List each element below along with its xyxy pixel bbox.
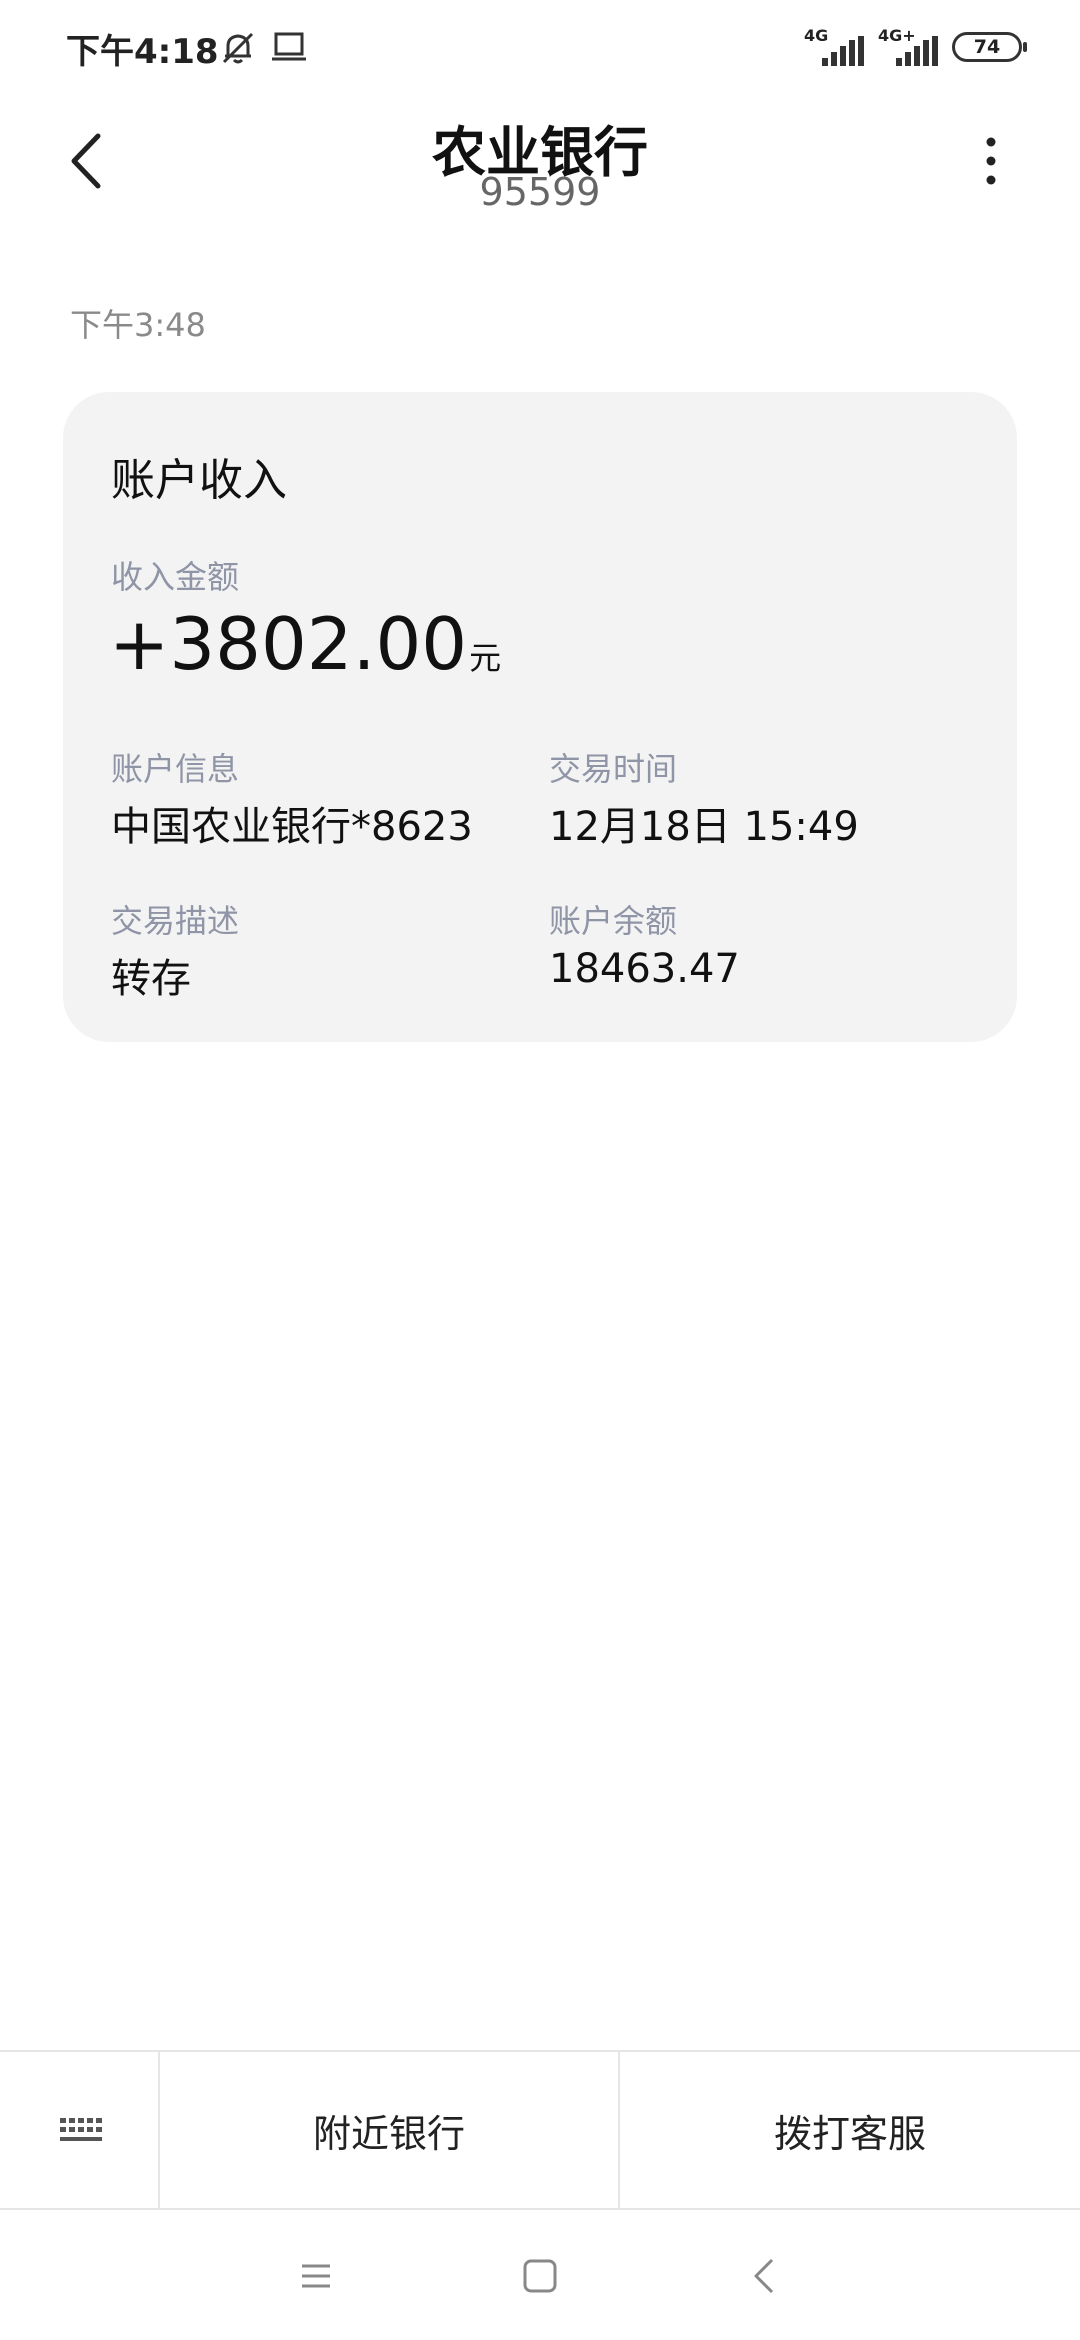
system-nav-bar — [0, 2212, 1080, 2340]
triangle-back-icon — [754, 2258, 774, 2294]
amount-number: +3802.00 — [109, 602, 468, 686]
more-options-button[interactable] — [966, 126, 1016, 196]
status-bar: 下午4:18 4G 4G+ 74 — [0, 0, 1080, 96]
amount-value: +3802.00元 — [109, 602, 501, 686]
bottom-menu: 附近银行 拨打客服 — [0, 2050, 1080, 2210]
nav-back-button[interactable] — [742, 2252, 790, 2300]
trade-time-label: 交易时间 — [549, 750, 678, 788]
trade-time-value: 12月18日 15:49 — [549, 804, 859, 850]
laptop-icon — [270, 30, 308, 64]
transaction-card[interactable]: 账户收入 收入金额 +3802.00元 账户信息 中国农业银行*8623 交易时… — [63, 392, 1017, 1042]
more-vertical-icon — [986, 137, 996, 185]
signal-4g-plus-icon: 4G+ — [878, 26, 940, 66]
signal-4g-icon: 4G — [804, 26, 866, 66]
card-title: 账户收入 — [111, 455, 287, 506]
nav-menu-button[interactable] — [292, 2252, 340, 2300]
call-service-button[interactable]: 拨打客服 — [620, 2052, 1080, 2208]
description-value: 转存 — [111, 956, 191, 1002]
keyboard-button[interactable] — [0, 2052, 160, 2208]
keyboard-icon — [60, 2118, 102, 2141]
bell-off-icon — [218, 28, 258, 68]
nearby-bank-button[interactable]: 附近银行 — [160, 2052, 620, 2208]
amount-label: 收入金额 — [111, 558, 240, 596]
header: 农业银行 95599 — [0, 96, 1080, 226]
balance-label: 账户余额 — [549, 902, 678, 940]
square-icon — [523, 2259, 557, 2293]
status-time: 下午4:18 — [66, 32, 219, 72]
message-time: 下午3:48 — [70, 306, 206, 344]
sender-number: 95599 — [479, 170, 601, 214]
account-info-value: 中国农业银行*8623 — [111, 804, 473, 850]
balance-value: 18463.47 — [549, 946, 740, 992]
menu-icon — [302, 2264, 330, 2288]
amount-unit: 元 — [469, 639, 502, 677]
battery-indicator: 74 — [952, 32, 1027, 62]
account-info-label: 账户信息 — [111, 750, 240, 788]
sms-detail-screen: 下午4:18 4G 4G+ 74 农业银行 95599 下午3:48 账户收入 … — [0, 0, 1080, 2340]
description-label: 交易描述 — [111, 902, 240, 940]
nav-home-button[interactable] — [516, 2252, 564, 2300]
